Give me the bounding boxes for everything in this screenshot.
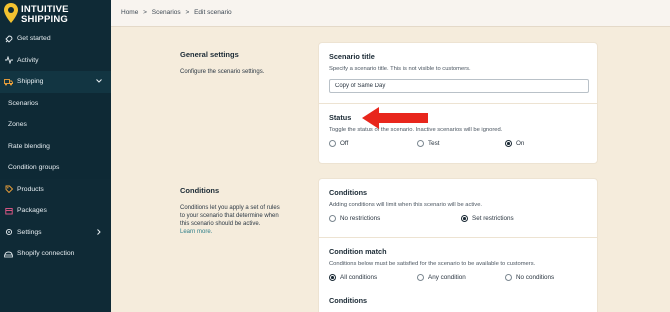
sidebar-item-products[interactable]: Products bbox=[0, 179, 111, 201]
radio-label: Off bbox=[340, 140, 349, 147]
status-radio-group: Off Test On bbox=[329, 140, 587, 150]
sidebar-item-label: Get started bbox=[17, 35, 51, 43]
sidebar-item-settings[interactable]: Settings bbox=[0, 222, 111, 244]
conditions-label: Conditions bbox=[329, 188, 368, 197]
sidebar-item-label: Condition groups bbox=[8, 164, 60, 172]
conditions-option-set-restrictions[interactable]: Set restrictions bbox=[461, 215, 514, 222]
sidebar-item-packages[interactable]: Packages bbox=[0, 200, 111, 222]
tag-icon bbox=[4, 185, 13, 194]
sidebar-item-label: Zones bbox=[8, 121, 27, 129]
sidebar: INTUITIVE SHIPPING Get started Activity … bbox=[0, 0, 111, 312]
general-settings-card: Scenario title Specify a scenario title.… bbox=[318, 42, 598, 164]
sidebar-item-get-started[interactable]: Get started bbox=[0, 28, 111, 50]
radio-icon bbox=[417, 274, 424, 281]
sidebar-item-label: Activity bbox=[17, 56, 39, 64]
chevron-right-icon bbox=[97, 228, 101, 235]
breadcrumb-current: Edit scenario bbox=[194, 9, 232, 16]
scenario-title-input[interactable] bbox=[329, 79, 589, 93]
radio-selected-icon bbox=[329, 274, 336, 281]
general-settings-intro: General settings Configure the scenario … bbox=[180, 50, 300, 76]
section-description: Configure the scenario settings. bbox=[180, 69, 265, 75]
radio-icon bbox=[417, 140, 424, 147]
radio-label: Set restrictions bbox=[472, 215, 514, 222]
conditions-description: Adding conditions will limit when this s… bbox=[329, 202, 483, 208]
description-line: to your scenario that determine when bbox=[180, 213, 279, 219]
chevron-down-icon bbox=[96, 79, 102, 83]
top-bar: Home > Scenarios > Edit scenario bbox=[111, 0, 670, 27]
conditions-intro: Conditions Conditions let you apply a se… bbox=[180, 186, 300, 236]
radio-selected-icon bbox=[461, 215, 468, 222]
condition-match-block: Condition match Conditions below must be… bbox=[319, 237, 597, 312]
conditions-radio-group: No restrictions Set restrictions bbox=[329, 215, 587, 225]
radio-label: Test bbox=[428, 140, 440, 147]
sidebar-item-label: Products bbox=[17, 185, 44, 193]
annotation-arrow-icon bbox=[362, 107, 428, 129]
scenario-title-label: Scenario title bbox=[329, 52, 375, 61]
rocket-icon bbox=[4, 34, 13, 43]
description-line: Conditions let you apply a set of rules bbox=[180, 205, 280, 211]
package-icon bbox=[4, 206, 13, 215]
truck-icon bbox=[4, 77, 13, 86]
condition-match-radio-group: All conditions Any condition No conditio… bbox=[329, 274, 587, 284]
section-title: General settings bbox=[180, 50, 239, 59]
breadcrumb: Home > Scenarios > Edit scenario bbox=[121, 9, 235, 16]
status-block: Status Toggle the status of the scenario… bbox=[319, 103, 597, 164]
brand-logo[interactable]: INTUITIVE SHIPPING bbox=[4, 3, 104, 25]
breadcrumb-separator: > bbox=[185, 9, 190, 16]
sidebar-item-label: Packages bbox=[17, 207, 47, 215]
radio-selected-icon bbox=[505, 140, 512, 147]
section-title: Conditions bbox=[180, 186, 220, 195]
condition-match-description: Conditions below must be satisfied for t… bbox=[329, 261, 536, 267]
radio-label: All conditions bbox=[340, 274, 378, 281]
scenario-title-block: Scenario title Specify a scenario title.… bbox=[319, 43, 597, 103]
status-option-on[interactable]: On bbox=[505, 140, 524, 147]
match-option-all[interactable]: All conditions bbox=[329, 274, 377, 281]
section-description: Conditions let you apply a set of rules … bbox=[180, 204, 300, 236]
sidebar-item-label: Shipping bbox=[17, 78, 44, 86]
radio-label: No restrictions bbox=[340, 215, 381, 222]
description-line: this scenario should be active. bbox=[180, 221, 261, 227]
location-pin-icon bbox=[4, 3, 18, 23]
sidebar-item-label: Scenarios bbox=[8, 99, 39, 107]
sidebar-item-shopify-connection[interactable]: Shopify connection bbox=[0, 243, 111, 265]
gear-icon bbox=[4, 228, 13, 237]
sidebar-item-label: Shopify connection bbox=[17, 250, 75, 258]
breadcrumb-separator: > bbox=[143, 9, 147, 16]
conditions-sub-label: Conditions bbox=[329, 296, 368, 305]
status-option-test[interactable]: Test bbox=[417, 140, 440, 147]
breadcrumb-scenarios[interactable]: Scenarios bbox=[152, 9, 181, 16]
match-option-any[interactable]: Any condition bbox=[417, 274, 466, 281]
sidebar-item-scenarios[interactable]: Scenarios bbox=[0, 92, 111, 114]
breadcrumb-home[interactable]: Home bbox=[121, 9, 138, 16]
scenario-title-description: Specify a scenario title. This is not vi… bbox=[329, 66, 471, 72]
radio-icon bbox=[329, 215, 336, 222]
sidebar-item-condition-groups[interactable]: Condition groups bbox=[0, 157, 111, 179]
radio-icon bbox=[329, 140, 336, 147]
sidebar-nav: Get started Activity Shipping Scenarios … bbox=[0, 28, 111, 265]
sidebar-item-label: Settings bbox=[17, 228, 42, 236]
conditions-block: Conditions Adding conditions will limit … bbox=[319, 179, 597, 237]
radio-label: On bbox=[516, 140, 525, 147]
radio-icon bbox=[505, 274, 512, 281]
sidebar-item-shipping[interactable]: Shipping bbox=[0, 71, 111, 93]
sidebar-item-zones[interactable]: Zones bbox=[0, 114, 111, 136]
conditions-option-no-restrictions[interactable]: No restrictions bbox=[329, 215, 380, 222]
conditions-card: Conditions Adding conditions will limit … bbox=[318, 178, 598, 312]
match-option-none[interactable]: No conditions bbox=[505, 274, 554, 281]
condition-match-label: Condition match bbox=[329, 247, 387, 256]
sidebar-item-rate-blending[interactable]: Rate blending bbox=[0, 135, 111, 157]
status-option-off[interactable]: Off bbox=[329, 140, 348, 147]
radio-label: No conditions bbox=[516, 274, 555, 281]
sidebar-item-activity[interactable]: Activity bbox=[0, 50, 111, 72]
connection-icon bbox=[4, 249, 13, 258]
learn-more-link[interactable]: Learn more. bbox=[180, 229, 212, 235]
activity-icon bbox=[4, 56, 13, 65]
radio-label: Any condition bbox=[428, 274, 466, 281]
brand-line-2: SHIPPING bbox=[21, 14, 68, 25]
sidebar-item-label: Rate blending bbox=[8, 142, 50, 150]
